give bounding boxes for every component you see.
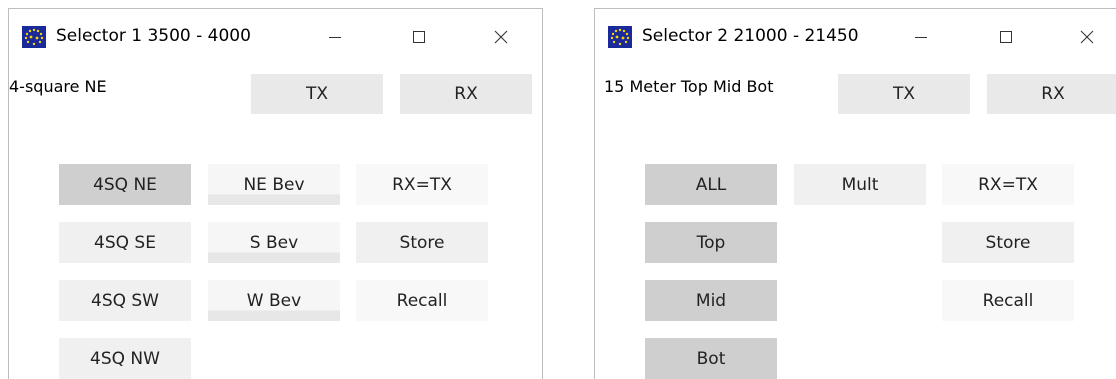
ne-bev-button[interactable]: NE Bev [208,164,340,205]
rx-button[interactable]: RX [400,74,532,114]
tx-button[interactable]: TX [838,74,970,114]
eu-stars-icon [608,26,632,48]
title-bar[interactable]: Selector 2 21000 - 21450 [595,9,1116,65]
all-button[interactable]: ALL [645,164,777,205]
4sq-nw-button[interactable]: 4SQ NW [59,338,191,379]
bot-button[interactable]: Bot [645,338,777,379]
4sq-se-button[interactable]: 4SQ SE [59,222,191,263]
close-icon [494,30,508,44]
maximize-icon [1000,31,1012,43]
window-title: Selector 2 21000 - 21450 [642,26,859,46]
top-button[interactable]: Top [645,222,777,263]
window-title: Selector 1 3500 - 4000 [56,26,251,46]
title-bar[interactable]: Selector 1 3500 - 4000 [9,9,542,65]
minimize-icon [329,37,341,38]
w-bev-button[interactable]: W Bev [208,280,340,321]
close-button[interactable] [478,21,524,53]
4sq-sw-button[interactable]: 4SQ SW [59,280,191,321]
maximize-icon [413,31,425,43]
maximize-button[interactable] [396,21,442,53]
antenna-label: 15 Meter Top Mid Bot [604,77,774,96]
store-button[interactable]: Store [942,222,1074,263]
mid-button[interactable]: Mid [645,280,777,321]
rx-equals-tx-button[interactable]: RX=TX [942,164,1074,205]
minimize-button[interactable] [312,21,358,53]
rx-button[interactable]: RX [987,74,1116,114]
selector-1-window: Selector 1 3500 - 4000 4-square NE TX RX… [8,8,543,379]
close-button[interactable] [1064,21,1110,53]
eu-stars-icon [22,26,46,48]
antenna-label: 4-square NE [9,77,107,96]
store-button[interactable]: Store [356,222,488,263]
rx-equals-tx-button[interactable]: RX=TX [356,164,488,205]
tx-button[interactable]: TX [251,74,383,114]
selector-2-window: Selector 2 21000 - 21450 15 Meter Top Mi… [594,8,1116,379]
maximize-button[interactable] [983,21,1029,53]
recall-button[interactable]: Recall [356,280,488,321]
close-icon [1080,30,1094,44]
minimize-icon [915,37,927,38]
s-bev-button[interactable]: S Bev [208,222,340,263]
4sq-ne-button[interactable]: 4SQ NE [59,164,191,205]
mult-button[interactable]: Mult [794,164,926,205]
minimize-button[interactable] [898,21,944,53]
recall-button[interactable]: Recall [942,280,1074,321]
